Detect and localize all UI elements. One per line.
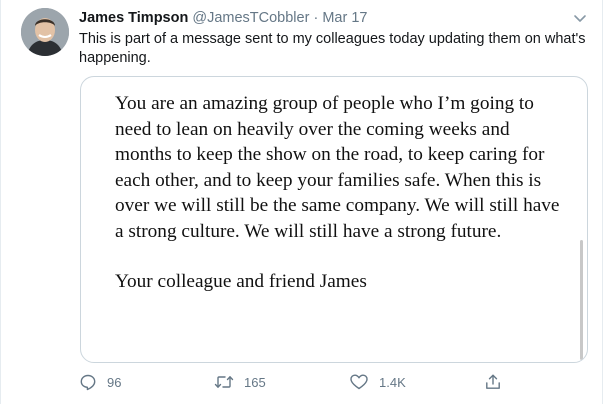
letter-text: You are an amazing group of people who I… <box>115 91 565 295</box>
tweet-header: James Timpson @JamesTCobbler · Mar 17 <box>79 9 562 27</box>
reply-icon <box>79 373 97 391</box>
avatar[interactable] <box>21 8 69 56</box>
letter-paragraph: You are an amazing group of people who I… <box>115 93 560 242</box>
avatar-image <box>21 8 69 56</box>
author-name[interactable]: James Timpson <box>79 10 188 26</box>
author-handle[interactable]: @JamesTCobbler <box>192 10 309 26</box>
chevron-down-icon[interactable] <box>572 10 588 26</box>
retweet-icon <box>214 373 234 391</box>
reply-count: 96 <box>107 374 122 390</box>
tweet-image[interactable]: You are an amazing group of people who I… <box>80 76 588 363</box>
letter-signoff: Your colleague and friend James <box>115 271 367 292</box>
scrollbar <box>580 240 583 360</box>
tweet-date[interactable]: Mar 17 <box>322 10 367 26</box>
separator: · <box>313 10 319 26</box>
heart-icon <box>349 373 369 391</box>
tweet-actions: 96 165 1.4K <box>79 372 509 392</box>
tweet[interactable]: James Timpson @JamesTCobbler · Mar 17 Thi… <box>0 0 603 404</box>
tweet-text: This is part of a message sent to my col… <box>79 31 586 66</box>
like-button[interactable]: 1.4K <box>349 372 406 392</box>
retweet-button[interactable]: 165 <box>214 372 266 392</box>
share-icon <box>484 373 502 391</box>
share-button[interactable] <box>484 372 502 392</box>
like-count: 1.4K <box>379 374 406 390</box>
reply-button[interactable]: 96 <box>79 372 121 392</box>
retweet-count: 165 <box>244 374 266 390</box>
